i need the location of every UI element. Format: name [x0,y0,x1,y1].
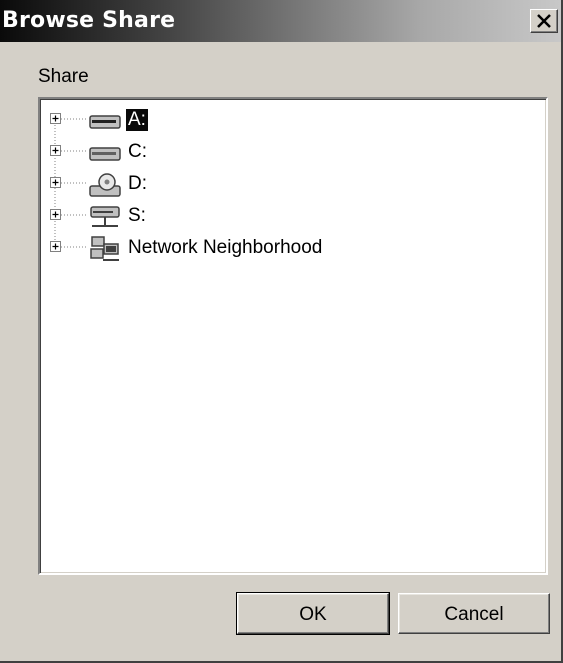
expand-icon[interactable] [50,113,61,124]
floppy-drive-icon [88,108,122,134]
expand-icon[interactable] [50,241,61,252]
title-bar[interactable]: Browse Share [0,0,561,42]
tree-item-label: C: [128,141,147,162]
tree-item-label: A: [126,109,148,131]
close-icon [537,14,551,28]
expand-icon[interactable] [50,177,61,188]
network-drive-icon [88,204,122,230]
tree-item-s-drive[interactable]: S: [50,202,470,232]
browse-share-dialog: Browse Share Share A: C: D: S: Network N… [0,0,563,663]
cancel-button[interactable]: Cancel [398,593,550,634]
tree-item-label: S: [128,205,146,226]
network-neighborhood-icon [88,236,122,262]
tree-item-label: Network Neighborhood [128,237,323,258]
ok-button[interactable]: OK [236,592,390,635]
cd-drive-icon [88,172,122,198]
expand-icon[interactable] [50,145,61,156]
tree-item-label: D: [128,173,147,194]
tree-item-network-neighborhood[interactable]: Network Neighborhood [50,234,470,264]
hard-drive-icon [88,140,122,166]
dialog-title: Browse Share [2,8,176,33]
expand-icon[interactable] [50,209,61,220]
close-button[interactable] [530,9,558,33]
tree-item-a-drive[interactable]: A: [50,106,470,136]
share-label: Share [38,66,89,87]
tree-item-d-drive[interactable]: D: [50,170,470,200]
tree-item-c-drive[interactable]: C: [50,138,470,168]
share-tree-view[interactable]: A: C: D: S: Network Neighborhood [38,97,548,575]
